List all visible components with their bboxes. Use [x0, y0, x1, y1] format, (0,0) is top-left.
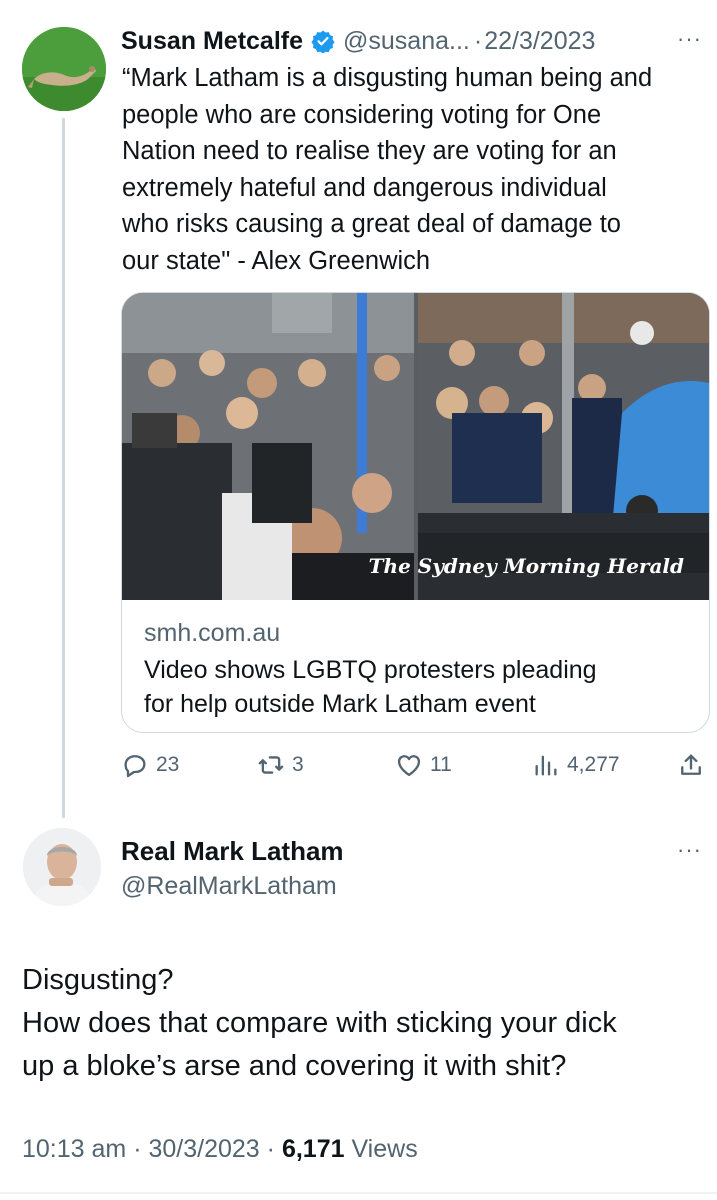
profile-photo-image	[23, 828, 101, 906]
share-button[interactable]	[677, 748, 705, 782]
like-button[interactable]: 11	[395, 748, 452, 782]
tweet-date[interactable]: 30/3/2023	[148, 1135, 259, 1163]
reply-icon	[124, 755, 146, 778]
footer-separator: ·	[266, 1135, 275, 1163]
tweet-metadata-footer: 10:13 am · 30/3/2023 · 6,171 Views	[22, 1135, 418, 1164]
reply-author-name[interactable]: Real Mark Latham	[121, 836, 344, 867]
views-button[interactable]: 4,277	[532, 748, 620, 782]
reply-button[interactable]: 23	[121, 748, 179, 782]
retweet-icon	[258, 756, 284, 774]
verified-badge-icon	[311, 30, 335, 53]
like-icon	[397, 755, 421, 777]
thread-connector-line	[62, 118, 65, 818]
views-count: 4,277	[567, 753, 620, 776]
retweet-button[interactable]: 3	[257, 748, 304, 782]
newspaper-watermark: The Sydney Morning Herald	[369, 554, 684, 578]
divider	[0, 1192, 717, 1194]
link-card-domain: smh.com.au	[144, 619, 281, 647]
retweet-count: 3	[292, 753, 304, 776]
author-avatar[interactable]	[22, 27, 106, 111]
like-count: 11	[430, 753, 452, 776]
kangaroo-avatar-image	[22, 27, 106, 111]
author-handle[interactable]: @susana...	[343, 27, 470, 56]
parent-tweet-text: “Mark Latham is a disgusting human being…	[122, 64, 653, 275]
more-icon[interactable]: ···	[677, 26, 705, 54]
link-card-image: The Sydney Morning Herald	[122, 293, 709, 600]
tweet-date[interactable]: 22/3/2023	[484, 27, 595, 56]
views-count: 6,171	[281, 1135, 345, 1163]
tweet-time[interactable]: 10:13 am	[22, 1135, 126, 1163]
more-icon[interactable]: ···	[677, 837, 702, 863]
author-name[interactable]: Susan Metcalfe	[121, 27, 303, 56]
reply-tweet-text: Disgusting? How does that compare with s…	[22, 964, 617, 1082]
header-separator: ·	[473, 26, 483, 55]
footer-separator: ·	[133, 1135, 142, 1163]
link-preview-card[interactable]: The Sydney Morning Herald smh.com.au Vid…	[121, 292, 710, 733]
reply-author-avatar[interactable]	[23, 828, 101, 906]
parent-tweet-header: Susan Metcalfe @susana... · 22/3/2023	[121, 24, 595, 58]
reply-author-handle[interactable]: @RealMarkLatham	[121, 872, 337, 901]
views-icon	[535, 755, 557, 776]
views-label: Views	[351, 1135, 418, 1163]
link-card-title: Video shows LGBTQ protesters pleading fo…	[144, 656, 597, 718]
share-icon	[681, 754, 701, 775]
reply-count: 23	[156, 753, 180, 776]
